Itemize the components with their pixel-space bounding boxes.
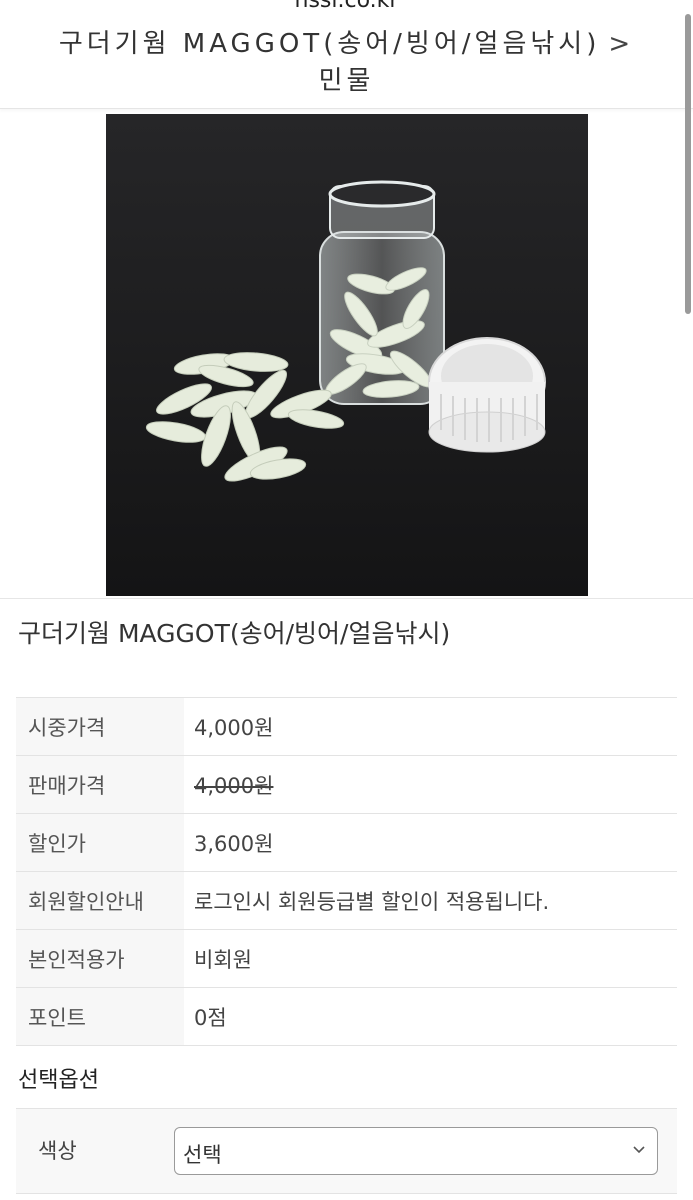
points-value: 0점 (184, 987, 677, 1046)
table-row: 시중가격 4,000원 (16, 697, 677, 756)
row-label-sale-price: 판매가격 (16, 755, 184, 814)
row-label-my-price: 본인적용가 (16, 929, 184, 988)
discount-price-value: 3,600원 (184, 813, 677, 872)
table-row: 본인적용가 비회원 (16, 929, 677, 988)
maggot-jar-photo-icon (106, 114, 588, 596)
my-price-value: 비회원 (184, 929, 677, 988)
breadcrumb: 구더기웜 MAGGOT(송어/빙어/얼음낚시) > (0, 28, 693, 60)
member-discount-login-link[interactable]: 로그인시 회원등급별 할인이 적용됩니다. (184, 871, 677, 930)
row-label-market-price: 시중가격 (16, 697, 184, 756)
row-label-member-discount: 회원할인안내 (16, 871, 184, 930)
scrollbar[interactable] (685, 14, 691, 314)
product-image[interactable] (106, 114, 588, 596)
row-label-points: 포인트 (16, 987, 184, 1046)
table-row: 포인트 0점 (16, 987, 677, 1046)
row-label-discount-price: 할인가 (16, 813, 184, 872)
table-row: 판매가격 4,000원 (16, 755, 677, 814)
table-row: 할인가 3,600원 (16, 813, 677, 872)
color-option-label: 색상 (38, 1139, 77, 1163)
breadcrumb-current: 구더기웜 MAGGOT(송어/빙어/얼음낚시) (58, 29, 601, 59)
divider (0, 598, 693, 599)
color-select-value: 선택 (183, 1143, 222, 1167)
options-section-title: 선택옵션 (18, 1068, 99, 1093)
product-detail-page: nssi.co.kr 구더기웜 MAGGOT(송어/빙어/얼음낚시)> 민물 (0, 0, 693, 1200)
browser-url-bar[interactable]: nssi.co.kr (0, 0, 693, 14)
breadcrumb-category[interactable]: 민물 (0, 60, 693, 97)
product-title: 구더기웜 MAGGOT(송어/빙어/얼음낚시) (18, 619, 451, 648)
color-select[interactable]: 선택 (174, 1127, 658, 1175)
page-header: 구더기웜 MAGGOT(송어/빙어/얼음낚시) > 민물 (0, 14, 693, 109)
market-price-value: 4,000원 (184, 697, 677, 756)
url-text: nssi.co.kr (294, 0, 399, 13)
breadcrumb-separator-icon[interactable]: > (608, 29, 634, 59)
chevron-down-icon (633, 1146, 645, 1154)
price-info-table: 시중가격 4,000원 판매가격 4,000원 할인가 3,600원 회원할인안… (16, 697, 677, 1046)
option-row-color: 색상 선택 (16, 1108, 677, 1194)
sale-price-value: 4,000원 (184, 755, 677, 814)
table-row: 회원할인안내 로그인시 회원등급별 할인이 적용됩니다. (16, 871, 677, 930)
